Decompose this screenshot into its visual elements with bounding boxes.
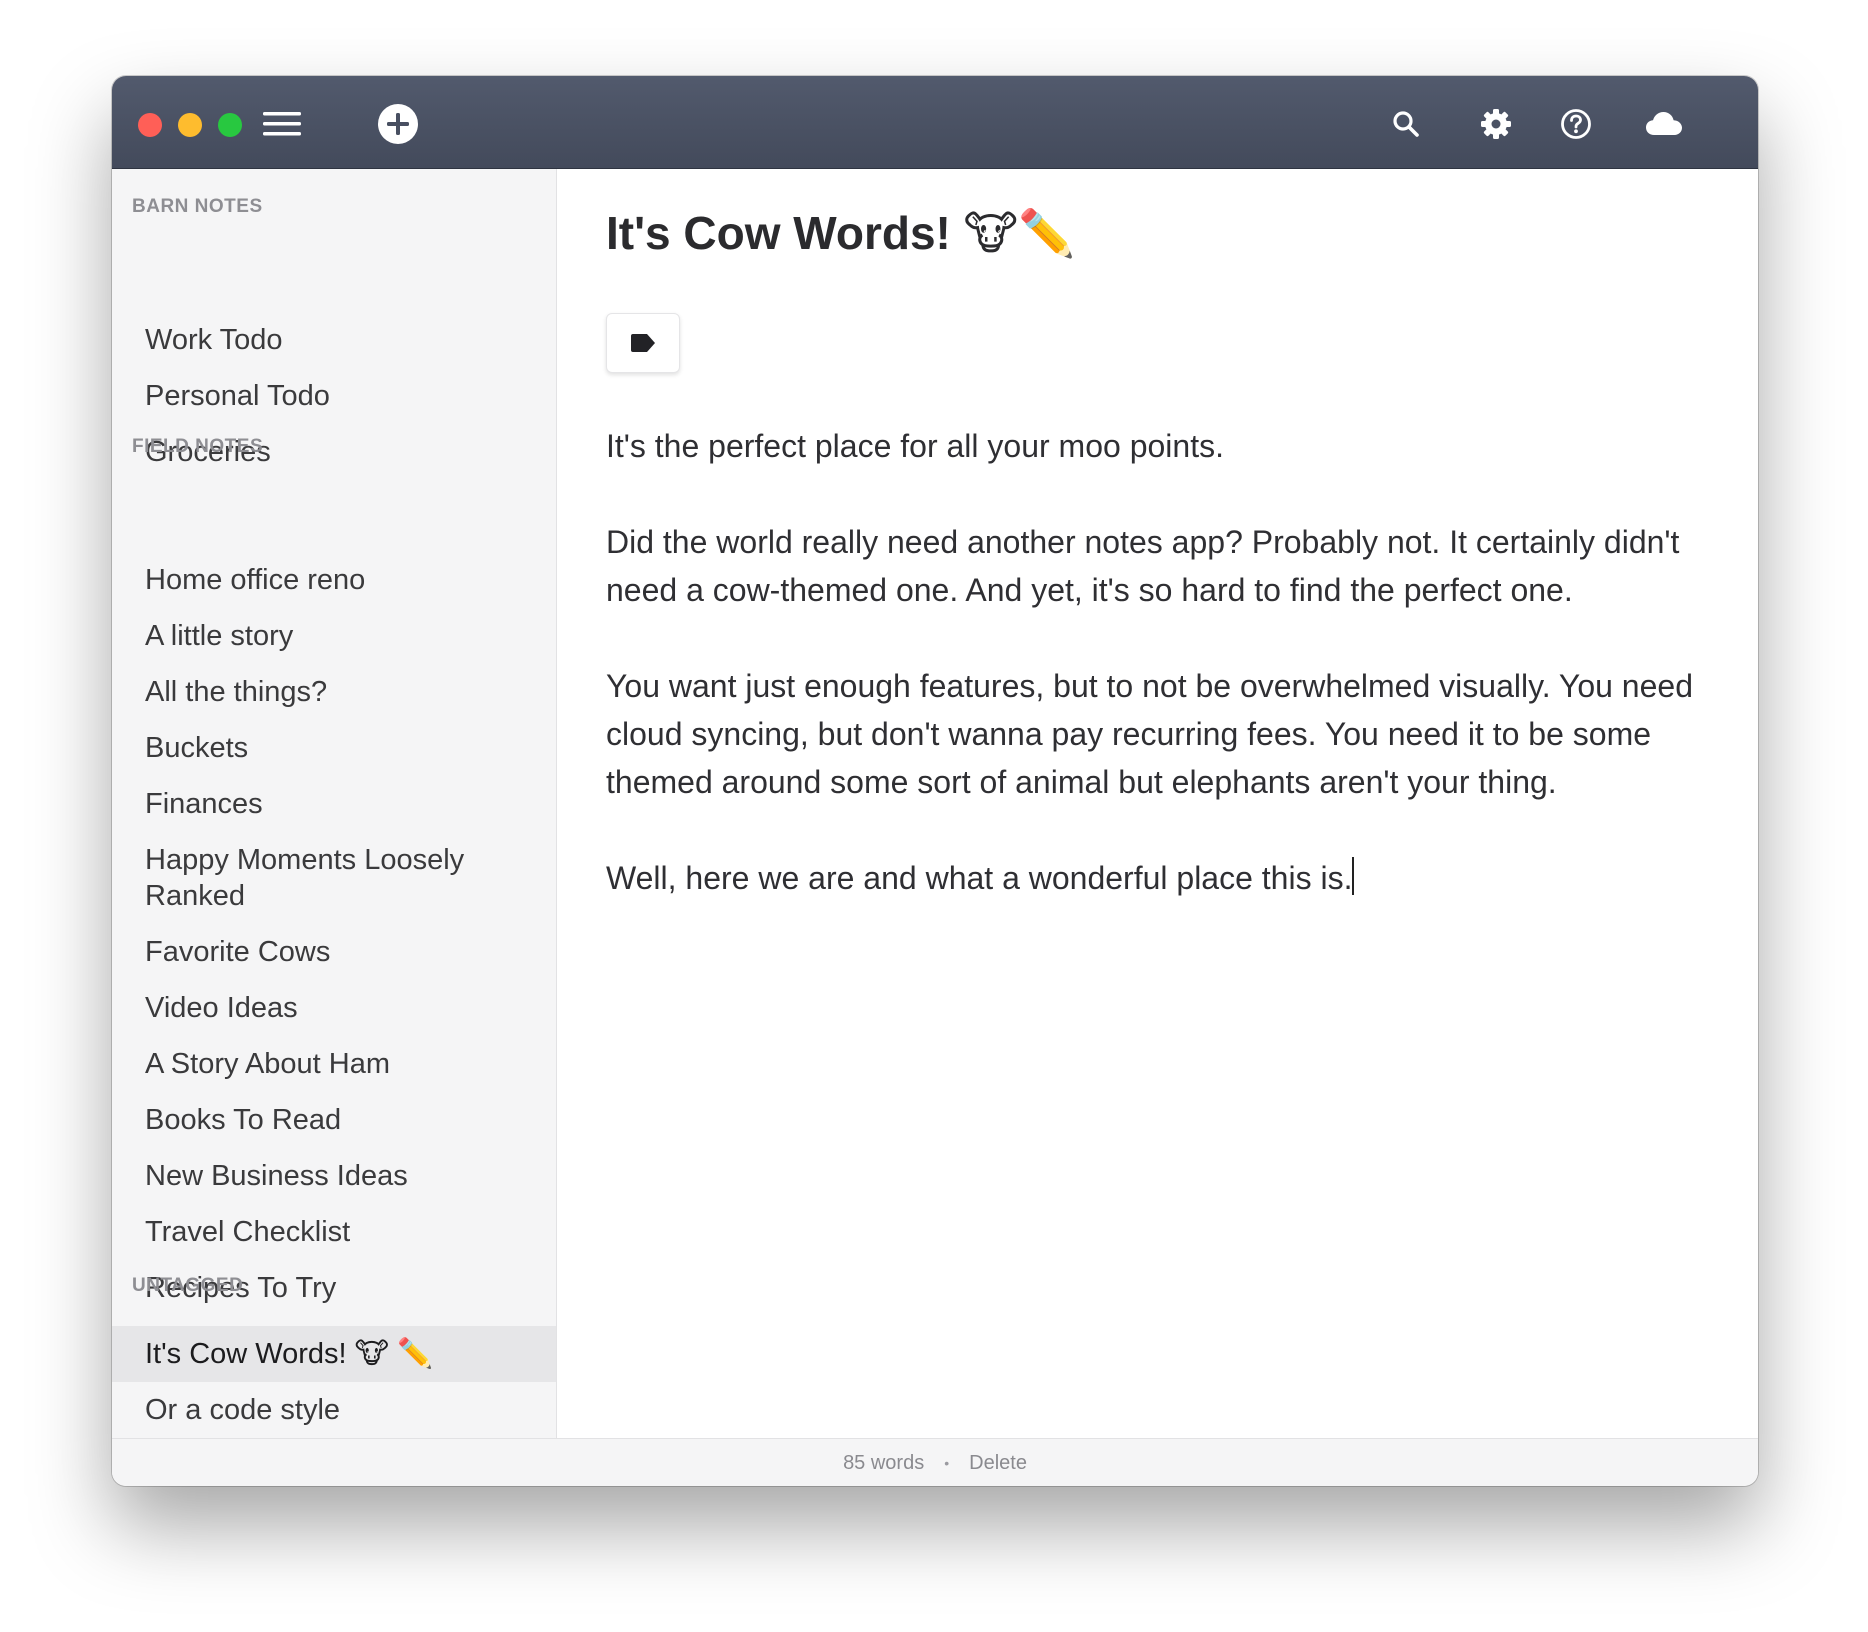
titlebar xyxy=(112,76,1758,169)
tag-icon xyxy=(631,334,655,352)
sidebar-item-or-a-code-style[interactable]: Or a code style xyxy=(112,1392,556,1428)
sidebar-item-happy-moments[interactable]: Happy Moments Loosely Ranked xyxy=(112,842,556,914)
word-count: 85 words xyxy=(843,1451,925,1474)
section-title-field-notes: FIELD NOTES xyxy=(132,436,264,457)
add-note-icon[interactable] xyxy=(376,102,420,146)
gear-icon[interactable] xyxy=(1474,102,1518,146)
menu-icon[interactable] xyxy=(260,102,304,146)
cloud-icon[interactable] xyxy=(1642,102,1686,146)
sidebar-item-finances[interactable]: Finances xyxy=(112,786,556,822)
sidebar-item-home-office-reno[interactable]: Home office reno xyxy=(112,562,556,598)
sidebar-item-favorite-cows[interactable]: Favorite Cows xyxy=(112,934,556,970)
paragraph: It's the perfect place for all your moo … xyxy=(606,428,1224,464)
minimize-window-button[interactable] xyxy=(178,113,202,137)
sidebar-item-a-story-about-ham[interactable]: A Story About Ham xyxy=(112,1046,556,1082)
note-body[interactable]: It's the perfect place for all your moo … xyxy=(606,422,1716,902)
delete-button[interactable]: Delete xyxy=(969,1452,1027,1475)
paragraph: You want just enough features, but to no… xyxy=(606,668,1693,800)
paragraph: Did the world really need another notes … xyxy=(606,524,1680,608)
sidebar-item-personal-todo[interactable]: Personal Todo xyxy=(112,378,556,414)
sidebar-item-buckets[interactable]: Buckets xyxy=(112,730,556,766)
section-title-untagged: UNTAGGED xyxy=(132,1275,244,1296)
sidebar-item-its-cow-words[interactable]: It's Cow Words! 🐮 ✏️ xyxy=(112,1326,556,1382)
status-bar: 85 words • Delete xyxy=(112,1438,1758,1486)
text-caret xyxy=(1352,857,1355,895)
paragraph-last: Well, here we are and what a wonderful p… xyxy=(606,854,1716,902)
paragraph-text: Well, here we are and what a wonderful p… xyxy=(606,860,1353,896)
section-title-barn-notes: BARN NOTES xyxy=(132,196,263,217)
sidebar-item-video-ideas[interactable]: Video Ideas xyxy=(112,990,556,1026)
sidebar-item-a-little-story[interactable]: A little story xyxy=(112,618,556,654)
help-icon[interactable] xyxy=(1554,102,1598,146)
close-window-button[interactable] xyxy=(138,113,162,137)
note-editor[interactable]: It's Cow Words! 🐮✏️ It's the perfect pla… xyxy=(557,169,1758,1438)
sidebar-item-work-todo[interactable]: Work Todo xyxy=(112,322,556,358)
note-title[interactable]: It's Cow Words! 🐮✏️ xyxy=(606,205,1075,261)
search-icon[interactable] xyxy=(1384,102,1428,146)
tag-button[interactable] xyxy=(606,313,680,373)
sidebar-item-travel-checklist[interactable]: Travel Checklist xyxy=(112,1214,556,1250)
app-window: BARN NOTES Work Todo Personal Todo Groce… xyxy=(112,76,1758,1486)
sidebar-item-books-to-read[interactable]: Books To Read xyxy=(112,1102,556,1138)
zoom-window-button[interactable] xyxy=(218,113,242,137)
sidebar: BARN NOTES Work Todo Personal Todo Groce… xyxy=(112,169,557,1438)
separator-dot: • xyxy=(944,1455,950,1471)
sidebar-item-new-business-ideas[interactable]: New Business Ideas xyxy=(112,1158,556,1194)
sidebar-item-all-the-things[interactable]: All the things? xyxy=(112,674,556,710)
